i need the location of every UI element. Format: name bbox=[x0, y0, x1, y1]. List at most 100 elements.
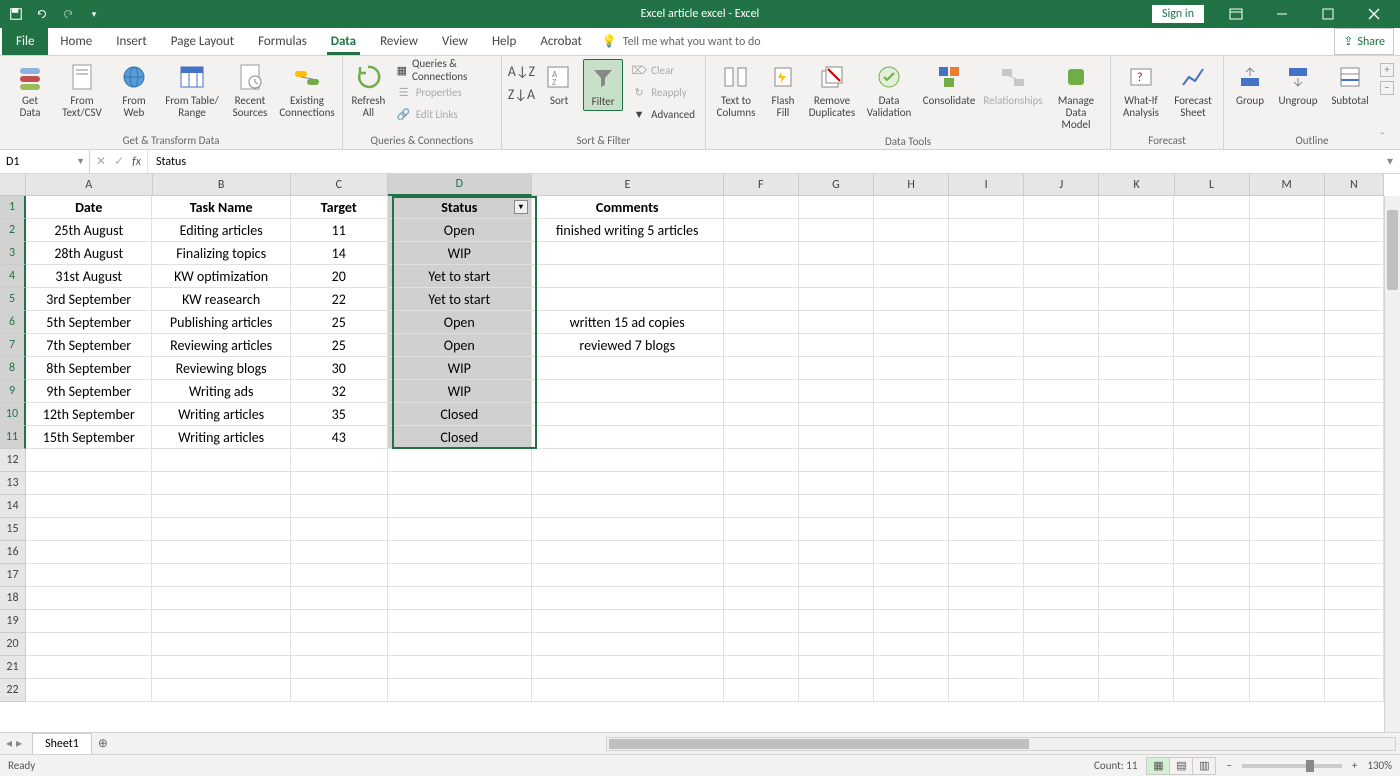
cell-L22[interactable] bbox=[1174, 679, 1249, 702]
cell-B15[interactable] bbox=[152, 518, 290, 541]
cell-L19[interactable] bbox=[1174, 610, 1249, 633]
forecast-sheet-button[interactable]: Forecast Sheet bbox=[1169, 59, 1217, 121]
col-header-I[interactable]: I bbox=[949, 174, 1024, 196]
col-header-M[interactable]: M bbox=[1250, 174, 1325, 196]
cell-C19[interactable] bbox=[291, 610, 388, 633]
cell-M6[interactable] bbox=[1250, 311, 1325, 334]
cell-N16[interactable] bbox=[1325, 541, 1384, 564]
cell-H22[interactable] bbox=[874, 679, 949, 702]
sort-button[interactable]: AZSort bbox=[539, 59, 579, 109]
cell-A21[interactable] bbox=[26, 656, 152, 679]
cell-D18[interactable] bbox=[388, 587, 532, 610]
cell-J4[interactable] bbox=[1024, 265, 1099, 288]
cell-I15[interactable] bbox=[949, 518, 1024, 541]
cell-M7[interactable] bbox=[1250, 334, 1325, 357]
cell-B8[interactable]: Reviewing blogs bbox=[152, 357, 290, 380]
cell-F3[interactable] bbox=[724, 242, 799, 265]
cell-H8[interactable] bbox=[874, 357, 949, 380]
cell-C1[interactable]: Target bbox=[291, 196, 388, 219]
cell-D11[interactable]: Closed bbox=[388, 426, 532, 449]
row-header-10[interactable]: 10 bbox=[0, 403, 26, 426]
cell-N12[interactable] bbox=[1325, 449, 1384, 472]
reapply-button[interactable]: ↻Reapply bbox=[627, 81, 699, 103]
cell-F10[interactable] bbox=[724, 403, 799, 426]
cell-F18[interactable] bbox=[724, 587, 799, 610]
cell-E17[interactable] bbox=[532, 564, 724, 587]
cell-N19[interactable] bbox=[1325, 610, 1384, 633]
cell-I3[interactable] bbox=[949, 242, 1024, 265]
cell-H15[interactable] bbox=[874, 518, 949, 541]
clear-filter-button[interactable]: ⌦Clear bbox=[627, 59, 699, 81]
cell-J13[interactable] bbox=[1024, 472, 1099, 495]
cell-N17[interactable] bbox=[1325, 564, 1384, 587]
cell-L4[interactable] bbox=[1174, 265, 1249, 288]
cell-I17[interactable] bbox=[949, 564, 1024, 587]
cell-L18[interactable] bbox=[1174, 587, 1249, 610]
cell-K12[interactable] bbox=[1099, 449, 1174, 472]
cell-A15[interactable] bbox=[26, 518, 152, 541]
cell-M9[interactable] bbox=[1250, 380, 1325, 403]
cell-E7[interactable]: reviewed 7 blogs bbox=[532, 334, 724, 357]
cell-G8[interactable] bbox=[799, 357, 874, 380]
from-table-range-button[interactable]: From Table/ Range bbox=[162, 59, 222, 121]
cell-L20[interactable] bbox=[1174, 633, 1249, 656]
cell-I5[interactable] bbox=[949, 288, 1024, 311]
cell-B6[interactable]: Publishing articles bbox=[152, 311, 290, 334]
tab-help[interactable]: Help bbox=[480, 28, 528, 55]
cell-L9[interactable] bbox=[1174, 380, 1249, 403]
tab-formulas[interactable]: Formulas bbox=[246, 28, 319, 55]
cell-F17[interactable] bbox=[724, 564, 799, 587]
cell-L7[interactable] bbox=[1174, 334, 1249, 357]
existing-connections-button[interactable]: Existing Connections bbox=[278, 59, 336, 121]
subtotal-button[interactable]: Subtotal bbox=[1326, 59, 1374, 109]
cell-L1[interactable] bbox=[1174, 196, 1249, 219]
sheet-tab-1[interactable]: Sheet1 bbox=[32, 733, 92, 754]
cell-F14[interactable] bbox=[724, 495, 799, 518]
cell-I2[interactable] bbox=[949, 219, 1024, 242]
cell-N5[interactable] bbox=[1325, 288, 1384, 311]
fx-icon[interactable]: fx bbox=[132, 155, 141, 169]
cell-A16[interactable] bbox=[26, 541, 152, 564]
cell-G6[interactable] bbox=[799, 311, 874, 334]
cell-C10[interactable]: 35 bbox=[291, 403, 388, 426]
cell-C20[interactable] bbox=[291, 633, 388, 656]
cell-I9[interactable] bbox=[949, 380, 1024, 403]
redo-icon[interactable] bbox=[56, 2, 80, 26]
sort-za-icon[interactable]: Z↓A bbox=[508, 86, 535, 103]
cell-F7[interactable] bbox=[724, 334, 799, 357]
cell-I19[interactable] bbox=[949, 610, 1024, 633]
cell-C22[interactable] bbox=[291, 679, 388, 702]
cell-K21[interactable] bbox=[1099, 656, 1174, 679]
cell-H9[interactable] bbox=[874, 380, 949, 403]
cell-G20[interactable] bbox=[799, 633, 874, 656]
cell-D14[interactable] bbox=[388, 495, 532, 518]
cell-A20[interactable] bbox=[26, 633, 152, 656]
cell-N1[interactable] bbox=[1325, 196, 1384, 219]
cell-H3[interactable] bbox=[874, 242, 949, 265]
cell-L16[interactable] bbox=[1174, 541, 1249, 564]
vscroll-thumb[interactable] bbox=[1387, 210, 1398, 290]
from-web-button[interactable]: From Web bbox=[110, 59, 158, 121]
collapse-ribbon-icon[interactable]: ˆ bbox=[1380, 131, 1396, 147]
cell-M12[interactable] bbox=[1250, 449, 1325, 472]
cell-B5[interactable]: KW reasearch bbox=[152, 288, 290, 311]
cell-D5[interactable]: Yet to start bbox=[388, 288, 532, 311]
enter-formula-icon[interactable]: ✓ bbox=[114, 154, 124, 169]
cell-N11[interactable] bbox=[1325, 426, 1384, 449]
cell-J22[interactable] bbox=[1024, 679, 1099, 702]
page-layout-icon[interactable]: ▤ bbox=[1169, 757, 1193, 775]
tab-file[interactable]: File bbox=[2, 28, 48, 55]
cell-H16[interactable] bbox=[874, 541, 949, 564]
cell-D2[interactable]: Open bbox=[388, 219, 532, 242]
cell-M4[interactable] bbox=[1250, 265, 1325, 288]
cell-K10[interactable] bbox=[1099, 403, 1174, 426]
cell-K6[interactable] bbox=[1099, 311, 1174, 334]
col-header-A[interactable]: A bbox=[26, 174, 153, 196]
cell-H6[interactable] bbox=[874, 311, 949, 334]
cell-A6[interactable]: 5th September bbox=[26, 311, 152, 334]
text-to-columns-button[interactable]: Text to Columns bbox=[712, 59, 760, 121]
cell-I8[interactable] bbox=[949, 357, 1024, 380]
cell-A22[interactable] bbox=[26, 679, 152, 702]
cell-B18[interactable] bbox=[152, 587, 290, 610]
cell-D16[interactable] bbox=[388, 541, 532, 564]
